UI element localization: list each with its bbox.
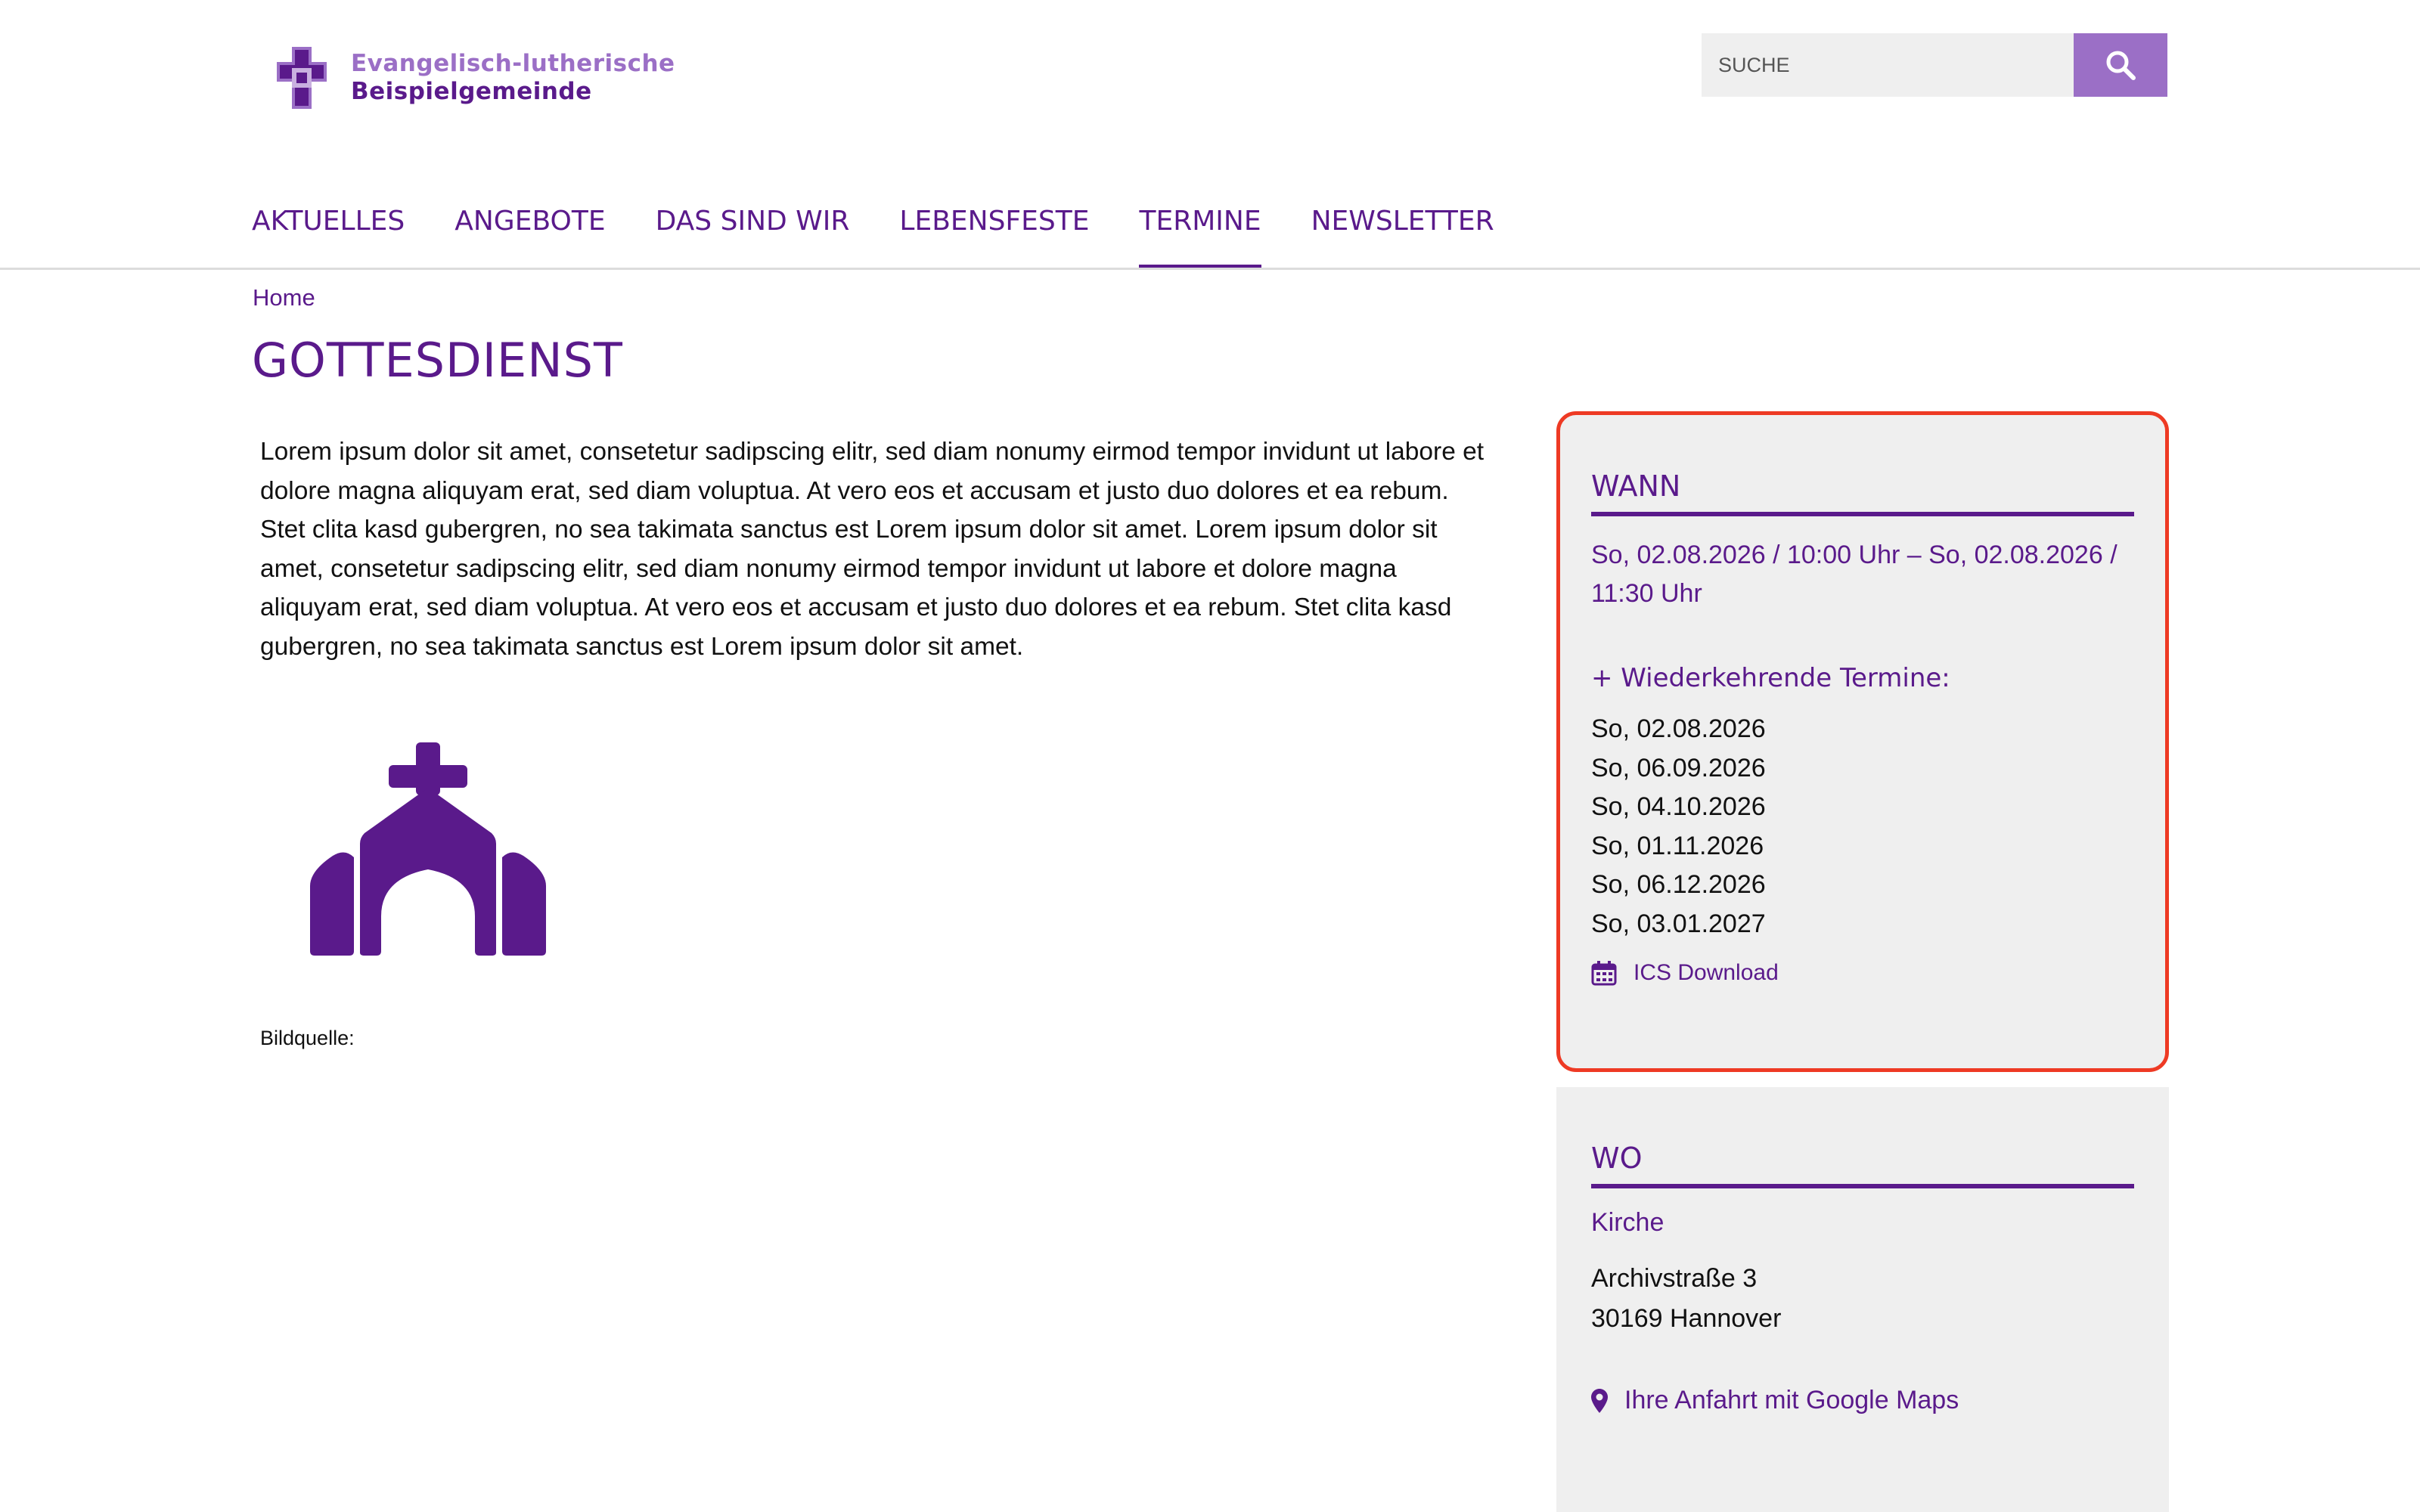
breadcrumb-home[interactable]: Home: [253, 284, 315, 311]
nav-item-angebote[interactable]: ANGEBOTE: [455, 206, 605, 269]
cross-logo-icon: [277, 47, 327, 109]
nav-item-newsletter[interactable]: NEWSLETTER: [1311, 206, 1494, 269]
calendar-icon: [1591, 961, 1617, 986]
church-icon: [310, 742, 546, 956]
body-text: Lorem ipsum dolor sit amet, consetetur s…: [260, 438, 1485, 661]
map-pin-icon: [1591, 1388, 1608, 1413]
location-name: Kirche: [1591, 1208, 1665, 1237]
main-nav: AKTUELLES ANGEBOTE DAS SIND WIR LEBENSFE…: [252, 206, 1544, 269]
nav-item-aktuelles[interactable]: AKTUELLES: [252, 206, 405, 269]
recurring-dates-list: So, 02.08.2026 So, 06.09.2026 So, 04.10.…: [1591, 710, 2134, 943]
where-box: WO Kirche Archivstraße 3 30169 Hannover …: [1556, 1087, 2169, 1512]
recurring-date: So, 06.12.2026: [1591, 870, 1766, 899]
recurring-date: So, 04.10.2026: [1591, 792, 1766, 821]
site-logo[interactable]: Evangelisch-lutherische Beispielgemeinde: [269, 45, 675, 110]
recurring-date: So, 03.01.2027: [1591, 909, 1766, 938]
address-street: Archivstraße 3: [1591, 1264, 1758, 1293]
google-maps-label: Ihre Anfahrt mit Google Maps: [1624, 1386, 1959, 1414]
where-heading: WO: [1591, 1142, 2134, 1188]
magnifier-icon: [2106, 51, 2136, 80]
nav-divider: [0, 268, 2420, 270]
page-title: GOTTESDIENST: [252, 333, 623, 388]
recurring-date: So, 01.11.2026: [1591, 831, 1764, 860]
search-bar: [1702, 33, 2167, 97]
search-input[interactable]: [1702, 33, 2074, 97]
nav-item-lebensfeste[interactable]: LEBENSFESTE: [899, 206, 1089, 269]
address: Archivstraße 3 30169 Hannover: [1591, 1259, 2134, 1339]
logo-text: Evangelisch-lutherische Beispielgemeinde: [351, 50, 675, 106]
logo-line-1: Evangelisch-lutherische: [351, 50, 675, 77]
when-box: WANN So, 02.08.2026 / 10:00 Uhr – So, 02…: [1556, 411, 2169, 1072]
ics-download-link[interactable]: ICS Download: [1591, 960, 2134, 986]
logo-line-2: Beispielgemeinde: [351, 78, 592, 105]
when-range: So, 02.08.2026 / 10:00 Uhr – So, 02.08.2…: [1591, 541, 2118, 608]
nav-item-das-sind-wir[interactable]: DAS SIND WIR: [656, 206, 850, 269]
google-maps-link[interactable]: Ihre Anfahrt mit Google Maps: [1591, 1386, 2134, 1415]
image-caption: Bildquelle:: [260, 1027, 355, 1049]
recurring-toggle[interactable]: + Wiederkehrende Termine:: [1591, 663, 2134, 693]
address-city: 30169 Hannover: [1591, 1304, 1782, 1333]
recurring-date: So, 02.08.2026: [1591, 714, 1766, 743]
recurring-date: So, 06.09.2026: [1591, 753, 1766, 782]
ics-download-label: ICS Download: [1634, 960, 1779, 985]
when-heading: WANN: [1591, 469, 2134, 516]
search-button[interactable]: [2074, 33, 2167, 97]
nav-item-termine[interactable]: TERMINE: [1139, 206, 1261, 269]
